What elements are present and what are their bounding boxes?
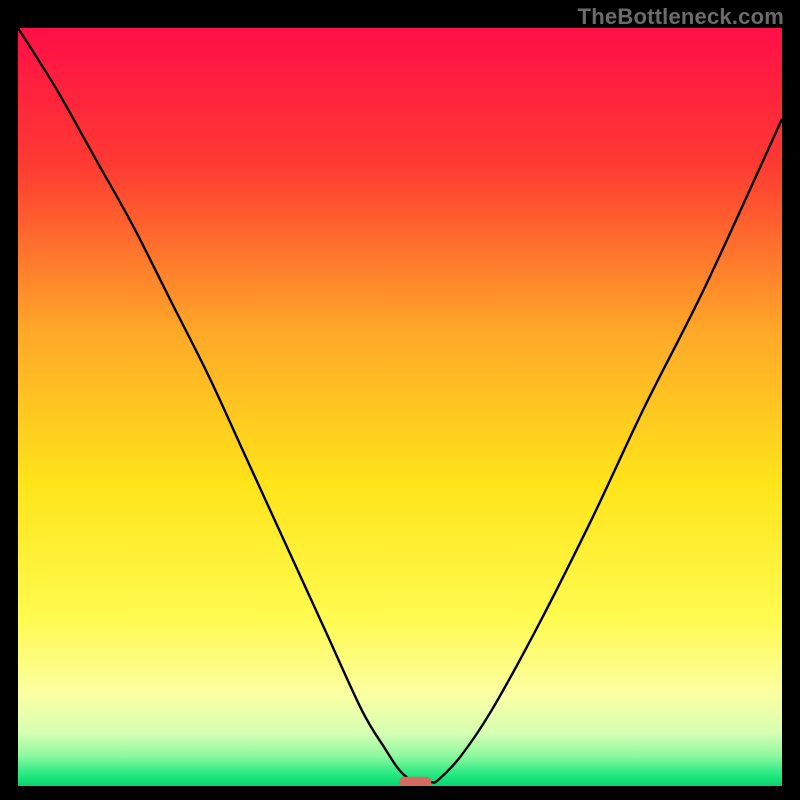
plot-area <box>18 28 782 786</box>
chart-svg <box>18 28 782 786</box>
watermark-text: TheBottleneck.com <box>578 4 784 30</box>
figure-container: TheBottleneck.com <box>0 0 800 800</box>
optimal-point-marker <box>399 777 431 786</box>
gradient-background <box>18 28 782 786</box>
